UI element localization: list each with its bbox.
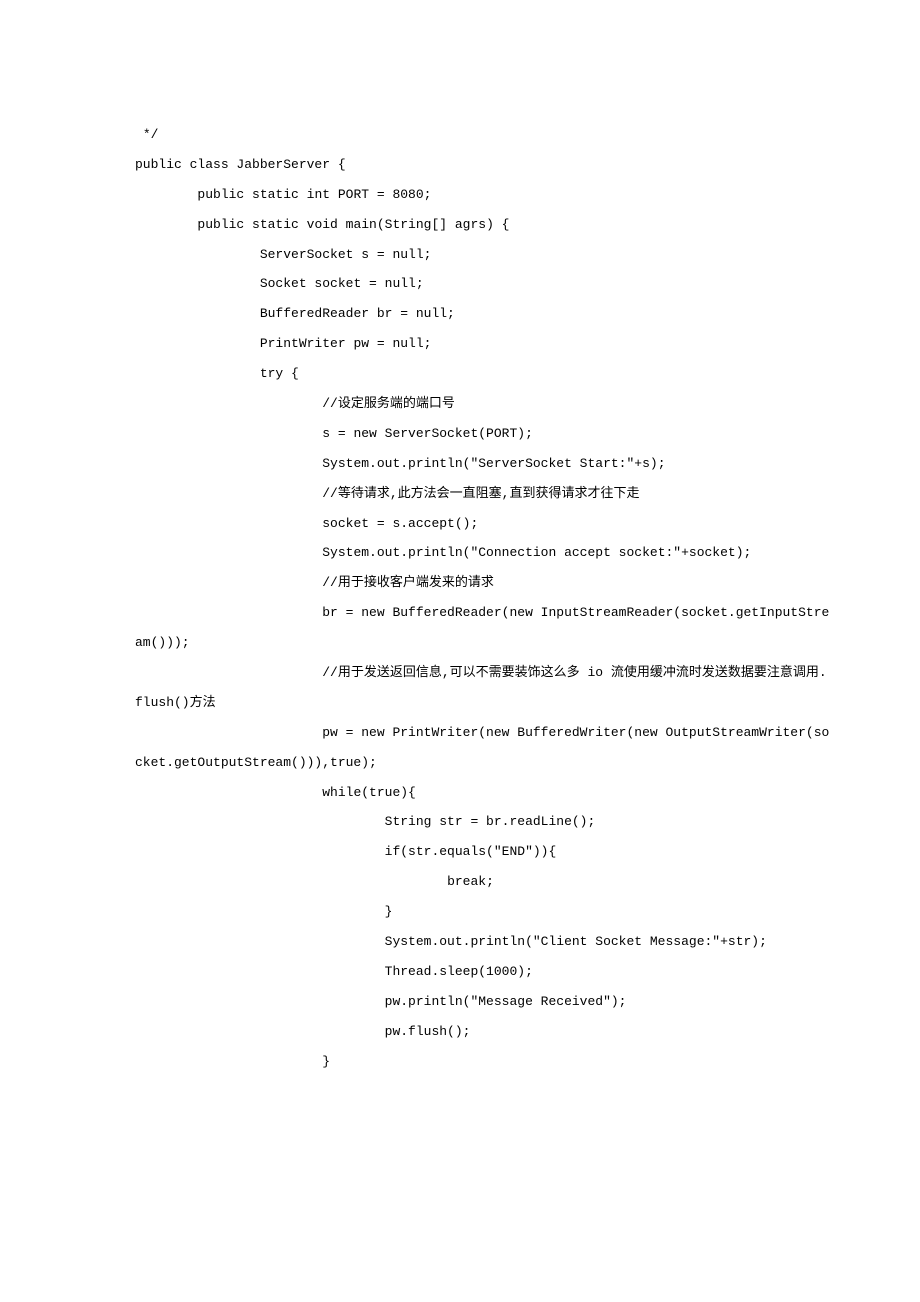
code-line: try { <box>135 359 830 389</box>
code-line: Socket socket = null; <box>135 269 830 299</box>
code-line: public static void main(String[] agrs) { <box>135 210 830 240</box>
code-line: //用于发送返回信息,可以不需要装饰这么多 io 流使用缓冲流时发送数据要注意调… <box>135 658 830 718</box>
code-line: System.out.println("Client Socket Messag… <box>135 927 830 957</box>
code-line: if(str.equals("END")){ <box>135 837 830 867</box>
code-line: pw.println("Message Received"); <box>135 987 830 1017</box>
code-line: //等待请求,此方法会一直阻塞,直到获得请求才往下走 <box>135 479 830 509</box>
code-line: public static int PORT = 8080; <box>135 180 830 210</box>
code-line: BufferedReader br = null; <box>135 299 830 329</box>
code-line: */ <box>135 120 830 150</box>
code-line: pw = new PrintWriter(new BufferedWriter(… <box>135 718 830 778</box>
code-line: public class JabberServer { <box>135 150 830 180</box>
code-line: pw.flush(); <box>135 1017 830 1047</box>
code-line: } <box>135 1047 830 1077</box>
code-line: Thread.sleep(1000); <box>135 957 830 987</box>
code-line: br = new BufferedReader(new InputStreamR… <box>135 598 830 658</box>
code-line: System.out.println("Connection accept so… <box>135 538 830 568</box>
code-line: System.out.println("ServerSocket Start:"… <box>135 449 830 479</box>
code-line: //设定服务端的端口号 <box>135 389 830 419</box>
code-line: ServerSocket s = null; <box>135 240 830 270</box>
document-page: */ public class JabberServer { public st… <box>0 0 920 1302</box>
code-line: //用于接收客户端发来的请求 <box>135 568 830 598</box>
code-line: } <box>135 897 830 927</box>
code-line: while(true){ <box>135 778 830 808</box>
code-line: s = new ServerSocket(PORT); <box>135 419 830 449</box>
code-line: break; <box>135 867 830 897</box>
code-line: String str = br.readLine(); <box>135 807 830 837</box>
code-line: PrintWriter pw = null; <box>135 329 830 359</box>
code-line: socket = s.accept(); <box>135 509 830 539</box>
